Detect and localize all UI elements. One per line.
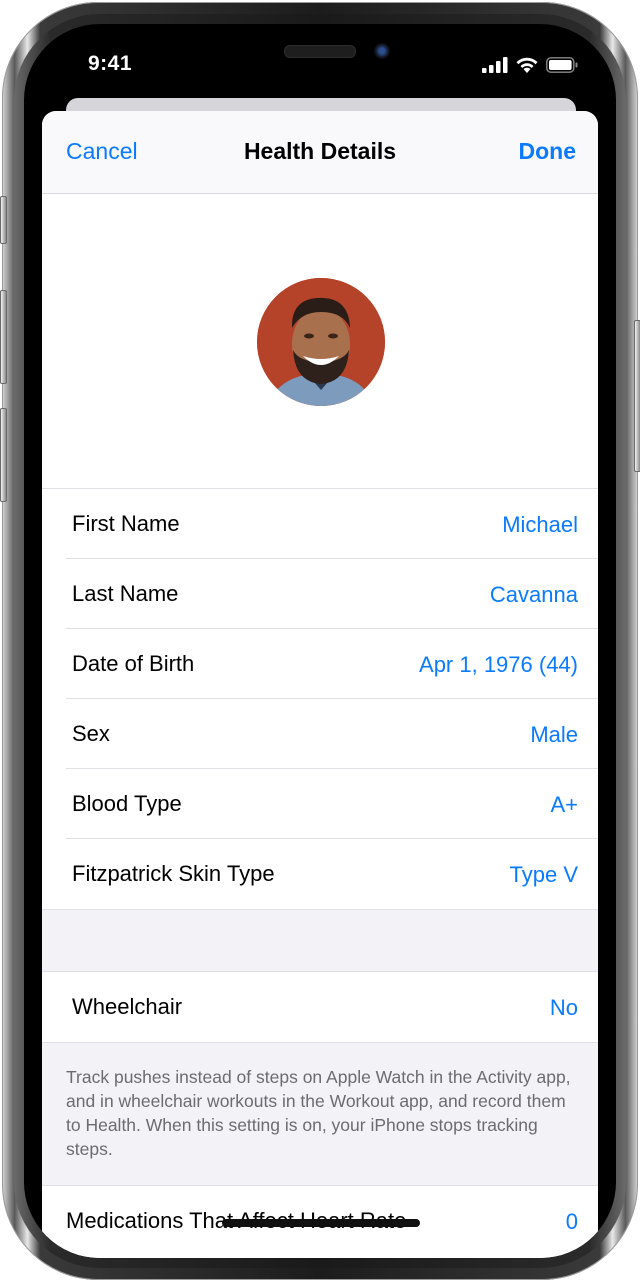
page-title: Health Details <box>243 138 397 164</box>
detail-value[interactable]: A+ <box>550 792 578 818</box>
action-button <box>0 196 7 244</box>
done-button[interactable]: Done <box>519 138 577 165</box>
detail-label: Sex <box>72 721 110 746</box>
volume-down-button <box>0 408 7 502</box>
avatar-photo-icon <box>257 278 385 406</box>
detail-row-skin-type[interactable]: Fitzpatrick Skin Type Type V <box>42 839 598 909</box>
medications-value[interactable]: 0 <box>566 1209 578 1235</box>
volume-up-button <box>0 290 7 384</box>
detail-row-date-of-birth[interactable]: Date of Birth Apr 1, 1976 (44) <box>42 629 598 699</box>
detail-label: First Name <box>72 511 180 536</box>
detail-row-last-name[interactable]: Last Name Cavanna <box>42 559 598 629</box>
status-icons <box>482 56 578 73</box>
avatar[interactable] <box>257 278 385 406</box>
detail-row-sex[interactable]: Sex Male <box>42 699 598 769</box>
wheelchair-footnote: Track pushes instead of steps on Apple W… <box>66 1067 571 1159</box>
personal-details-group: First Name Michael Last Name Cavanna Dat… <box>42 488 598 910</box>
detail-value[interactable]: Male <box>530 722 578 748</box>
detail-value[interactable]: Michael <box>502 512 578 538</box>
profile-header <box>42 194 598 489</box>
navigation-bar: Cancel Health Details Done <box>42 111 598 194</box>
detail-value[interactable]: Apr 1, 1976 (44) <box>419 652 578 678</box>
battery-icon <box>546 56 578 73</box>
detail-value[interactable]: Type V <box>510 862 578 888</box>
detail-label: Last Name <box>72 581 179 606</box>
detail-row-blood-type[interactable]: Blood Type A+ <box>42 769 598 839</box>
health-details-sheet: Cancel Health Details Done First Name Mi… <box>42 111 598 1258</box>
detail-label: Fitzpatrick Skin Type <box>72 861 275 886</box>
status-time: 9:41 <box>88 52 133 75</box>
wheelchair-row[interactable]: Wheelchair No <box>42 972 598 1042</box>
phone-screen: 9:41 Cancel Health Details Done First Na… <box>24 24 616 1258</box>
detail-value[interactable]: Cavanna <box>490 582 578 608</box>
detail-label: Date of Birth <box>72 651 195 676</box>
wifi-icon <box>516 57 538 73</box>
wheelchair-label: Wheelchair <box>72 994 183 1019</box>
speaker-grille <box>284 45 356 58</box>
home-indicator[interactable] <box>222 1219 420 1227</box>
wheelchair-group: Wheelchair No <box>42 971 598 1043</box>
side-power-button <box>634 320 640 472</box>
detail-row-first-name[interactable]: First Name Michael <box>42 489 598 559</box>
cellular-signal-icon <box>482 56 508 73</box>
detail-label: Blood Type <box>72 791 182 816</box>
wheelchair-value[interactable]: No <box>550 995 578 1021</box>
front-camera <box>374 43 390 59</box>
